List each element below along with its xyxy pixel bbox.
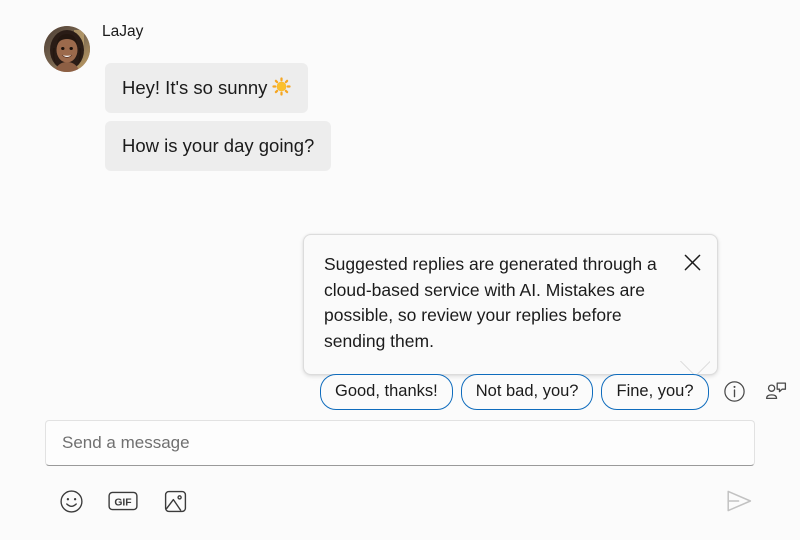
message-bubble: Hey! It's so sunny bbox=[105, 63, 309, 113]
suggested-replies-glyph bbox=[765, 382, 786, 399]
suggested-reply-chip[interactable]: Good, thanks! bbox=[320, 374, 453, 410]
sender-name: LaJay bbox=[102, 23, 144, 40]
tooltip-text: Suggested replies are generated through … bbox=[324, 254, 657, 351]
close-glyph bbox=[684, 254, 700, 270]
message-bubble-list: Hey! It's so sunny How is your day going… bbox=[105, 63, 332, 179]
message-input[interactable] bbox=[45, 420, 755, 466]
send-icon[interactable] bbox=[723, 486, 755, 516]
avatar[interactable] bbox=[44, 26, 90, 72]
ai-disclaimer-tooltip: Suggested replies are generated through … bbox=[303, 234, 718, 375]
message-text: How is your day going? bbox=[122, 135, 315, 156]
suggested-reply-chip[interactable]: Fine, you? bbox=[601, 374, 709, 410]
gif-glyph: GIF bbox=[108, 491, 138, 511]
suggested-reply-chip[interactable]: Not bad, you? bbox=[460, 374, 594, 410]
info-circle-glyph bbox=[724, 381, 745, 402]
suggested-replies-row: Good, thanks! Not bad, you? Fine, you? bbox=[320, 374, 791, 410]
suggested-replies-icon[interactable] bbox=[761, 377, 791, 407]
conversation-area: LaJay Hey! It's so sunny How is your day… bbox=[0, 0, 800, 412]
image-glyph bbox=[164, 490, 186, 512]
send-glyph bbox=[726, 490, 751, 512]
info-circle-icon[interactable] bbox=[720, 377, 750, 407]
close-icon[interactable] bbox=[677, 247, 707, 277]
message-row: How is your day going? bbox=[105, 121, 332, 179]
message-text: Hey! It's so sunny bbox=[122, 77, 268, 98]
sun-emoji bbox=[272, 77, 292, 96]
gif-icon[interactable]: GIF bbox=[108, 486, 138, 516]
emoji-smiley-icon[interactable] bbox=[56, 486, 86, 516]
composer-toolbar: GIF bbox=[56, 486, 190, 516]
avatar-photo bbox=[44, 26, 90, 72]
svg-text:GIF: GIF bbox=[114, 497, 131, 508]
image-icon[interactable] bbox=[160, 486, 190, 516]
message-row: Hey! It's so sunny bbox=[105, 63, 331, 121]
message-composer: GIF bbox=[0, 412, 800, 540]
message-bubble: How is your day going? bbox=[105, 121, 332, 171]
emoji-smiley-glyph bbox=[59, 489, 83, 513]
